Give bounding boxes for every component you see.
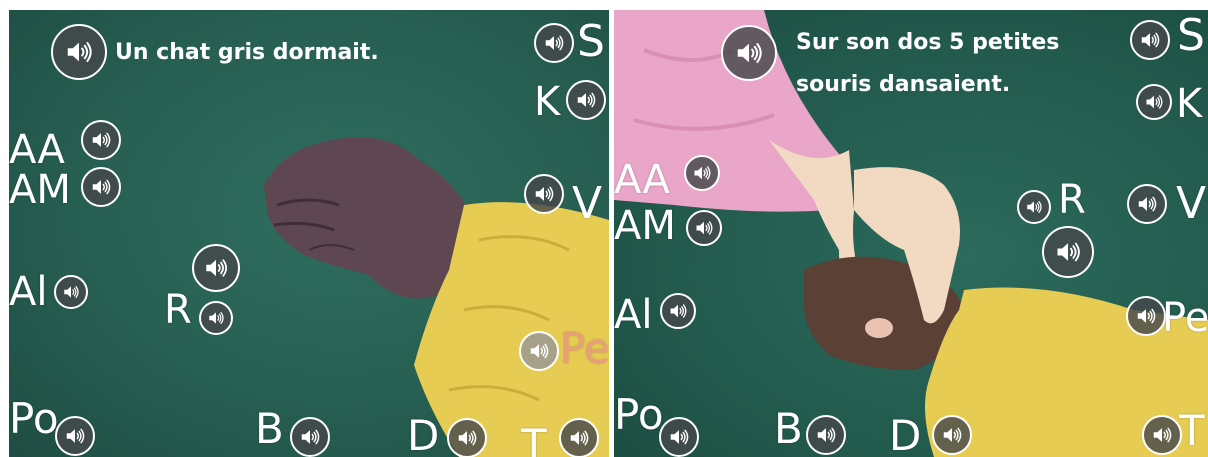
sentence-line-2: souris dansaient. xyxy=(796,72,1011,97)
speaker-icon xyxy=(456,427,478,449)
sentence-speaker-button[interactable] xyxy=(721,25,777,81)
speaker-icon xyxy=(203,255,229,281)
speaker-button-r-large[interactable] xyxy=(1042,226,1094,278)
speaker-icon xyxy=(1025,198,1043,216)
speaker-button-t[interactable] xyxy=(1142,415,1182,455)
speaker-button-v[interactable] xyxy=(1127,184,1167,224)
speaker-button-r[interactable] xyxy=(199,301,233,335)
speaker-button-k[interactable] xyxy=(1136,84,1172,120)
label-pe: Pe xyxy=(560,324,609,373)
speaker-button-al[interactable] xyxy=(54,275,88,309)
speaker-button-r[interactable] xyxy=(1017,190,1051,224)
speaker-icon xyxy=(1144,92,1164,112)
speaker-icon xyxy=(815,424,837,446)
speaker-button-s[interactable] xyxy=(534,23,574,63)
label-po: Po xyxy=(9,394,59,443)
speaker-icon xyxy=(668,426,690,448)
speaker-icon xyxy=(543,32,565,54)
speaker-button-am[interactable] xyxy=(686,210,722,246)
label-t: T xyxy=(1179,406,1205,455)
speaker-button-am[interactable] xyxy=(81,167,121,207)
label-b: B xyxy=(774,404,803,453)
speaker-icon xyxy=(1054,238,1082,266)
speaker-icon xyxy=(64,425,86,447)
speaker-icon xyxy=(90,176,112,198)
label-s: S xyxy=(1177,10,1205,61)
label-d: D xyxy=(407,411,440,457)
label-am: AM xyxy=(614,203,676,249)
label-pe: Pe xyxy=(1162,295,1208,341)
sentence-text: Un chat gris dormait. xyxy=(115,40,379,65)
label-k: K xyxy=(1176,81,1203,127)
speaker-icon xyxy=(207,309,225,327)
speaker-icon xyxy=(692,163,712,183)
label-v: V xyxy=(572,178,603,229)
speaker-icon xyxy=(533,183,555,205)
label-aa: AA xyxy=(9,127,65,173)
speaker-icon xyxy=(1135,305,1157,327)
speaker-icon xyxy=(568,427,590,449)
speaker-button-aa[interactable] xyxy=(81,120,121,160)
speaker-button-d[interactable] xyxy=(932,415,972,455)
label-d: D xyxy=(889,411,922,457)
label-am: AM xyxy=(9,167,71,213)
speaker-icon xyxy=(299,426,321,448)
speaker-button-d[interactable] xyxy=(447,418,487,457)
speaker-button-po[interactable] xyxy=(659,417,699,457)
speaker-icon xyxy=(64,37,94,67)
left-photo-panel: Un chat gris dormait. S K AA AM V Al R P… xyxy=(9,10,609,457)
speaker-icon xyxy=(1151,424,1173,446)
speaker-icon xyxy=(941,424,963,446)
label-t: T xyxy=(521,420,547,457)
sentence-speaker-button[interactable] xyxy=(51,24,107,80)
speaker-icon xyxy=(528,340,550,362)
speaker-button-aa[interactable] xyxy=(684,155,720,191)
speaker-button-al[interactable] xyxy=(660,293,696,329)
speaker-icon xyxy=(734,38,764,68)
label-po: Po xyxy=(614,390,664,439)
label-v: V xyxy=(1176,178,1207,229)
speaker-button-s[interactable] xyxy=(1130,20,1170,60)
speaker-icon xyxy=(575,89,597,111)
label-r: R xyxy=(1058,177,1086,223)
label-al: Al xyxy=(9,269,48,315)
speaker-icon xyxy=(668,301,688,321)
sentence-line-1: Sur son dos 5 petites xyxy=(796,30,1060,55)
label-al: Al xyxy=(614,292,653,338)
speaker-button-b[interactable] xyxy=(806,415,846,455)
speaker-button-v[interactable] xyxy=(524,174,564,214)
fist-photo xyxy=(264,136,609,457)
label-b: B xyxy=(255,404,284,453)
speaker-button-k[interactable] xyxy=(566,80,606,120)
speaker-button-b[interactable] xyxy=(290,417,330,457)
label-r: R xyxy=(164,287,192,333)
speaker-icon xyxy=(62,283,80,301)
label-k: K xyxy=(534,79,561,125)
label-aa: AA xyxy=(614,157,670,203)
label-s: S xyxy=(577,16,605,67)
speaker-icon xyxy=(1136,193,1158,215)
right-photo-panel: Sur son dos 5 petites souris dansaient. … xyxy=(614,10,1208,457)
speaker-icon xyxy=(694,218,714,238)
speaker-icon xyxy=(90,129,112,151)
speaker-button-pe[interactable] xyxy=(1126,296,1166,336)
speaker-button-pe[interactable] xyxy=(519,331,559,371)
speaker-button-po[interactable] xyxy=(55,416,95,456)
speaker-button-t[interactable] xyxy=(559,418,599,457)
speaker-icon xyxy=(1139,29,1161,51)
speaker-button-r-large[interactable] xyxy=(192,244,240,292)
